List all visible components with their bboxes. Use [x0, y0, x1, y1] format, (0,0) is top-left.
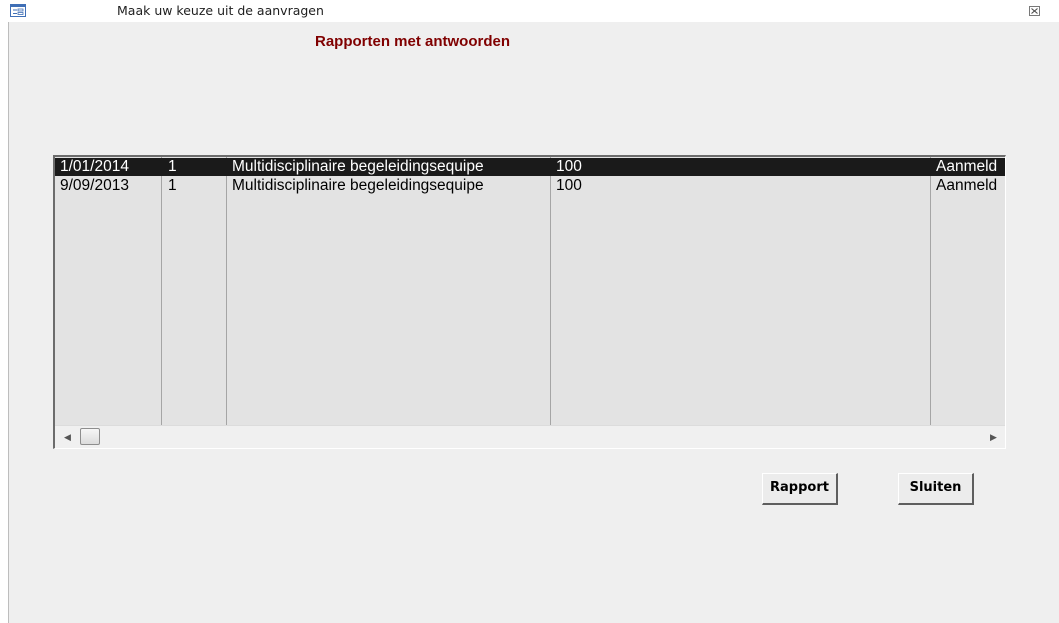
service-cell: Multidisciplinaire begeleidingsequipe [232, 158, 484, 175]
sluiten-button[interactable]: Sluiten [898, 473, 974, 505]
column-divider [930, 157, 931, 425]
service-cell: Multidisciplinaire begeleidingsequipe [232, 177, 484, 194]
date-cell: 1/01/2014 [60, 158, 129, 175]
date-cell: 9/09/2013 [60, 177, 129, 194]
list-row[interactable]: 1/01/2014 1 Multidisciplinaire begeleidi… [55, 158, 1005, 176]
column-divider [550, 157, 551, 425]
column-divider [161, 157, 162, 425]
column-divider [226, 157, 227, 425]
list-row[interactable]: 9/09/2013 1 Multidisciplinaire begeleidi… [55, 177, 1005, 195]
requests-listbox[interactable]: 1/01/2014 1 Multidisciplinaire begeleidi… [53, 155, 1006, 449]
code-cell: 100 [556, 158, 582, 175]
arrow-left-icon[interactable]: ◀ [64, 432, 71, 443]
type-cell: Aanmeld [936, 158, 998, 175]
number-cell: 1 [168, 177, 177, 194]
title-bar: Maak uw keuze uit de aanvragen [0, 0, 1059, 22]
close-icon[interactable] [1027, 3, 1043, 19]
form-icon [10, 4, 26, 17]
number-cell: 1 [168, 158, 177, 175]
code-cell: 100 [556, 177, 582, 194]
rapport-button[interactable]: Rapport [762, 473, 838, 505]
form-heading: Rapporten met antwoorden [315, 33, 511, 50]
scrollbar-thumb[interactable] [80, 428, 100, 445]
type-cell: Aanmeld [936, 177, 998, 194]
arrow-right-icon[interactable]: ▶ [990, 432, 997, 443]
horizontal-scrollbar[interactable]: ◀ ▶ [55, 425, 1005, 448]
window-title: Maak uw keuze uit de aanvragen [117, 3, 324, 18]
